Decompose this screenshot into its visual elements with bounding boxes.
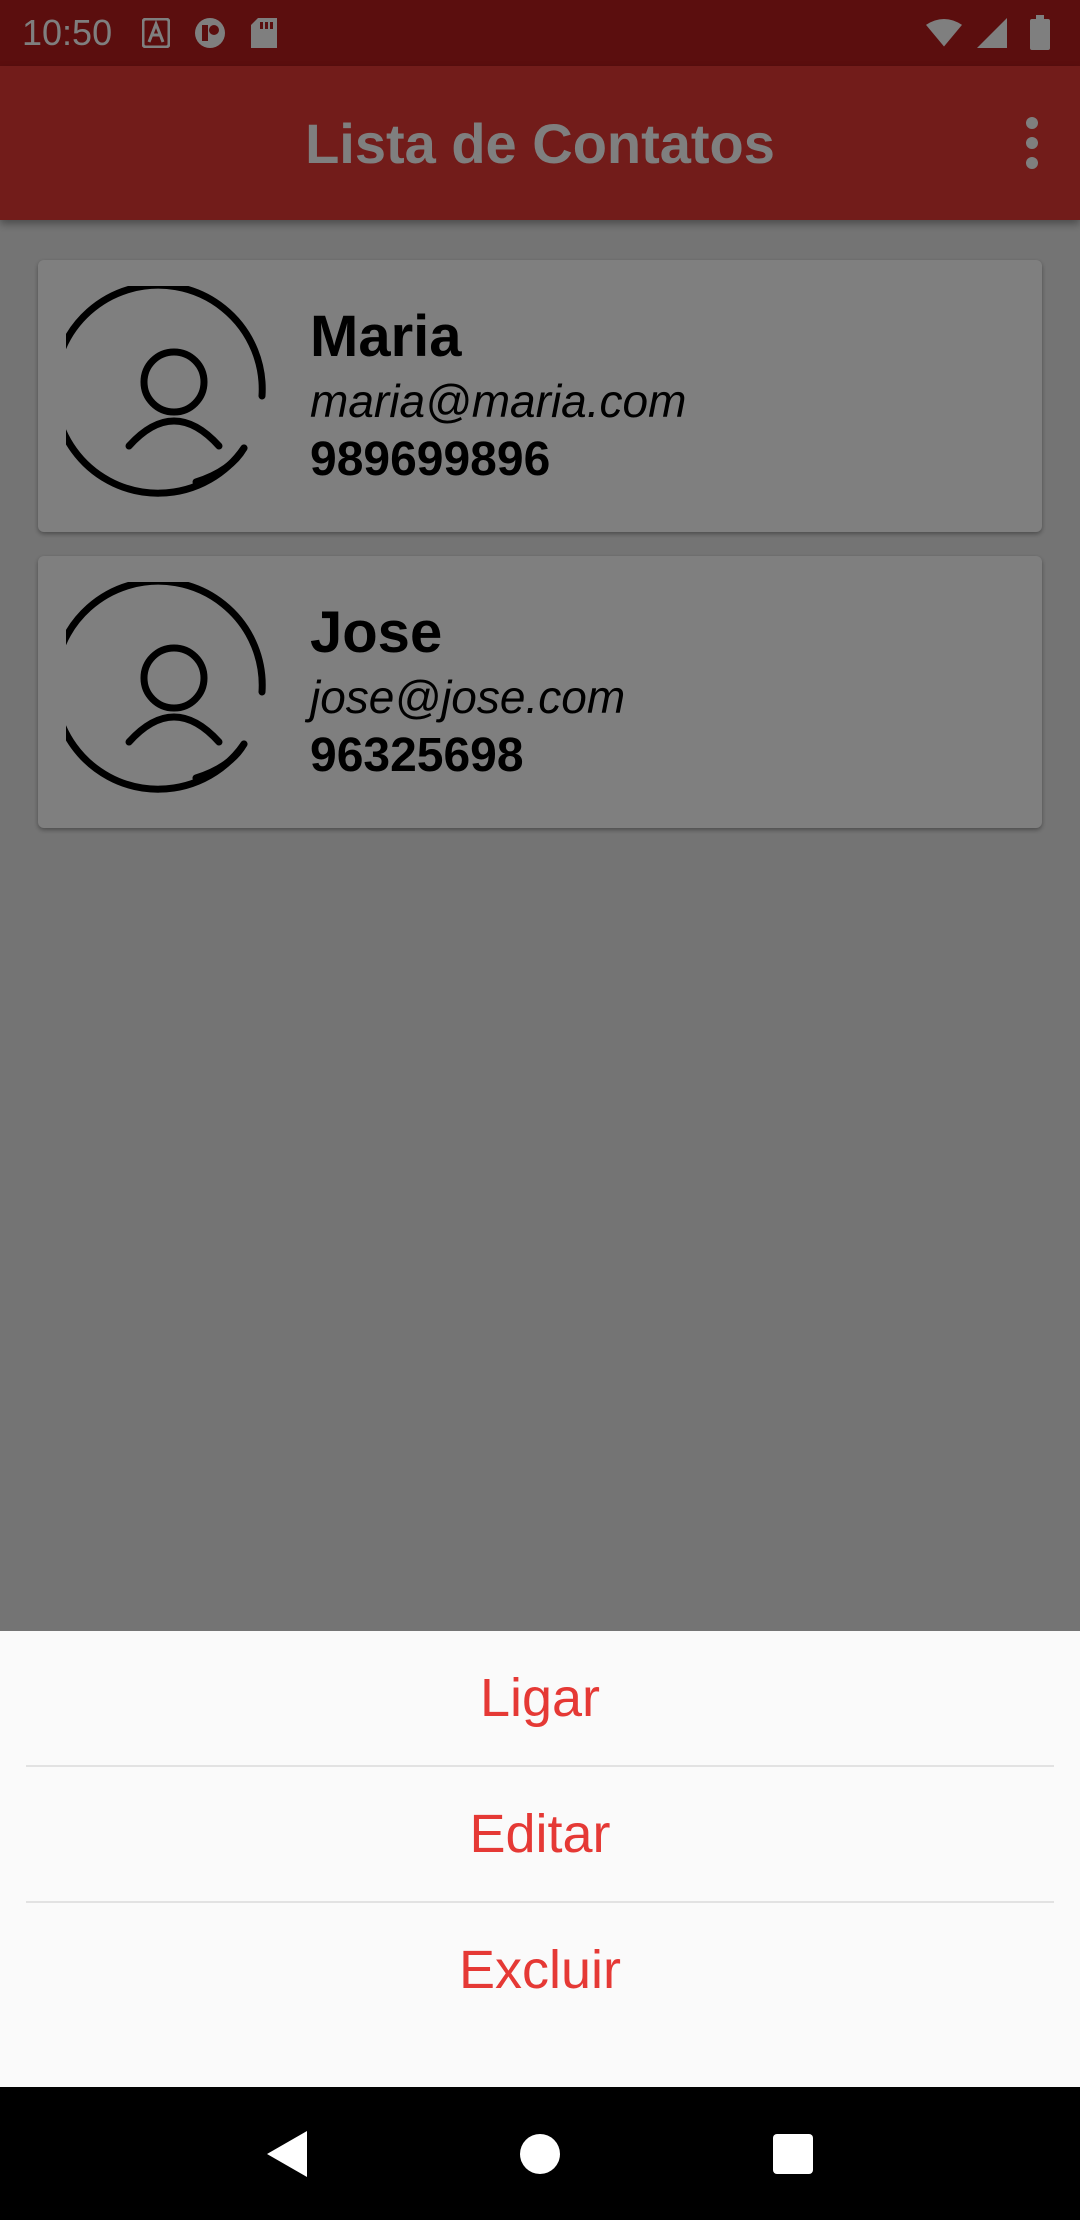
back-icon[interactable] [247,2114,327,2194]
option-ligar-button[interactable]: Ligar [0,1631,1080,1765]
navigation-bar [0,2087,1080,2220]
home-icon[interactable] [500,2114,580,2194]
bottom-sheet: Ligar Editar Excluir [0,1631,1080,2087]
option-excluir-button[interactable]: Excluir [0,1903,1080,2037]
option-editar-button[interactable]: Editar [0,1767,1080,1901]
recents-icon[interactable] [753,2114,833,2194]
